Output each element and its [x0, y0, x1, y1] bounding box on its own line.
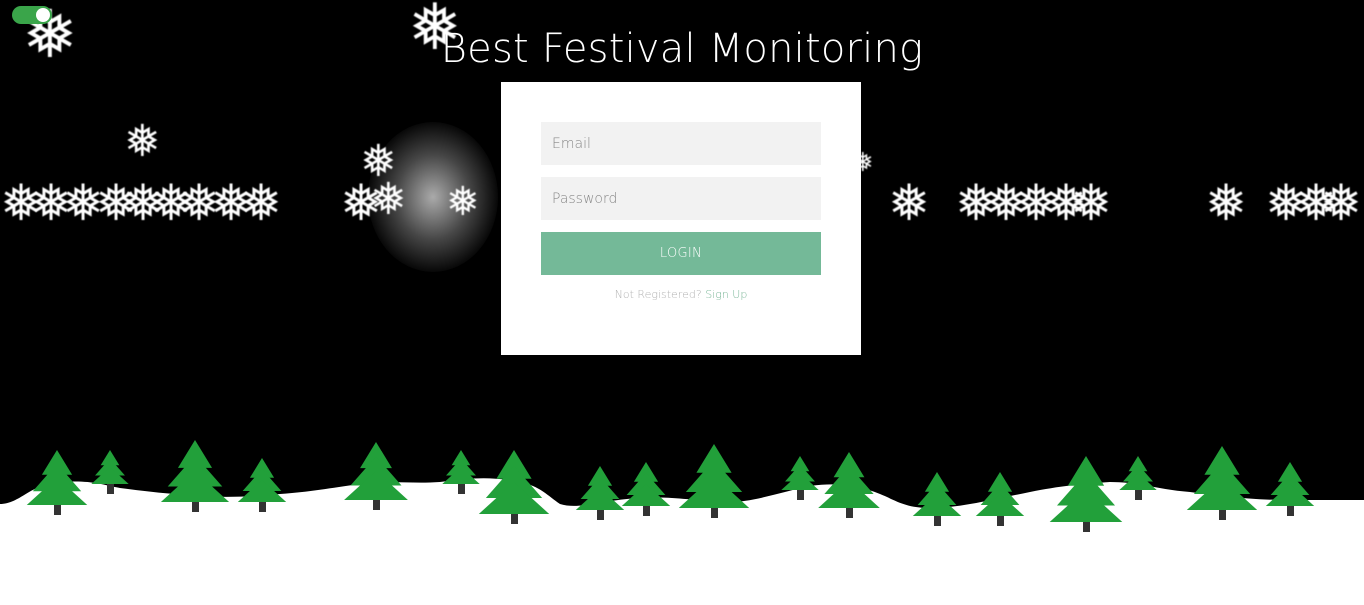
snowy-ground [0, 440, 1364, 605]
pine-tree-icon [1186, 446, 1258, 520]
login-button[interactable]: LOGIN [541, 232, 821, 275]
sign-up-link[interactable]: Sign Up [705, 288, 747, 301]
snowflake-icon: ❅ [1205, 174, 1247, 232]
snowflake-icon: ❅ [888, 174, 930, 232]
snowflake-icon: ❅ [240, 174, 282, 232]
snowflake-icon: ❅ [1070, 174, 1112, 232]
snowflake-icon: ❅ [446, 179, 480, 225]
login-card: LOGIN Not Registered? Sign Up [501, 82, 861, 355]
pine-tree-icon [160, 440, 230, 512]
login-page: Best Festival Monitoring ❅ ❅ ❅ ❅ ❅ ❅ ❅ ❅ ❅ ❅ ❅ ❅ ❅ ❅ ❅… [0, 0, 1364, 605]
register-prompt: Not Registered? Sign Up [501, 288, 861, 301]
pine-tree-icon [344, 442, 408, 510]
register-text: Not Registered? [614, 288, 702, 301]
snowflake-icon: ❅ [124, 116, 161, 167]
password-field[interactable] [541, 177, 821, 220]
theme-toggle[interactable] [12, 6, 52, 24]
email-field[interactable] [541, 122, 821, 165]
snowflake-icon: ❅ [370, 174, 407, 225]
page-title: Best Festival Monitoring [440, 26, 924, 72]
pine-tree-icon [678, 444, 750, 518]
snowflake-icon: ❅ [1320, 174, 1362, 232]
toggle-knob [36, 8, 50, 22]
